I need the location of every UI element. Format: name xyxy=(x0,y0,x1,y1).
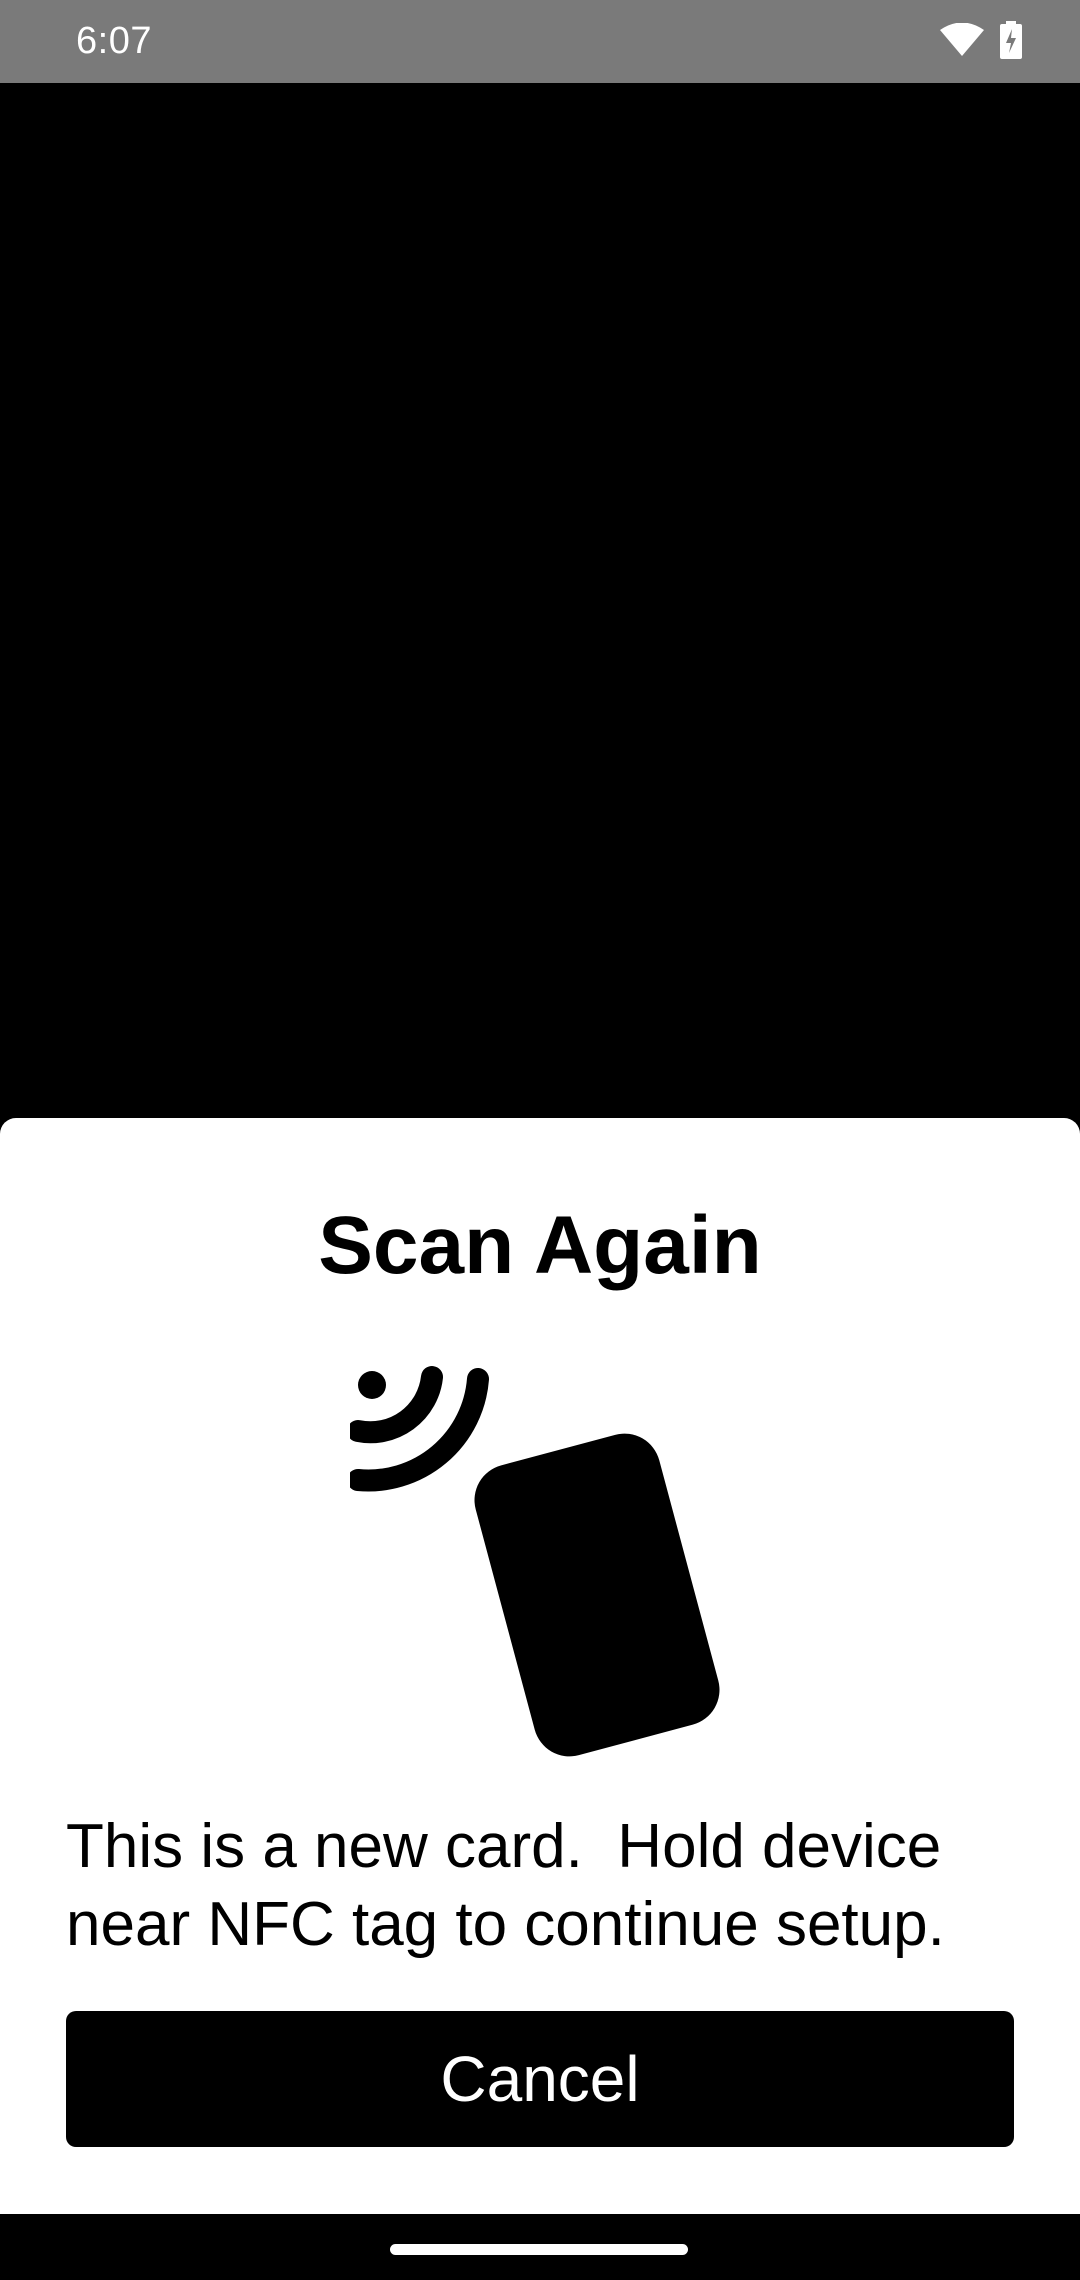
sheet-message: This is a new card. Hold device near NFC… xyxy=(66,1812,945,1959)
wifi-icon xyxy=(940,22,984,62)
nfc-card-icon xyxy=(347,1353,750,1863)
camera-preview xyxy=(0,83,1080,1118)
home-gesture-handle[interactable] xyxy=(390,2244,688,2255)
status-time: 6:07 xyxy=(76,20,152,62)
sheet-title: Scan Again xyxy=(318,1200,762,1291)
status-icons xyxy=(940,20,1022,64)
navigation-bar xyxy=(0,2214,1080,2280)
cancel-button[interactable]: Cancel xyxy=(66,2011,1014,2147)
scan-bottom-sheet: Scan Again This is a new card. Hold devi… xyxy=(0,1118,1080,2214)
battery-charging-icon xyxy=(1000,20,1022,64)
status-bar: 6:07 xyxy=(0,0,1080,83)
